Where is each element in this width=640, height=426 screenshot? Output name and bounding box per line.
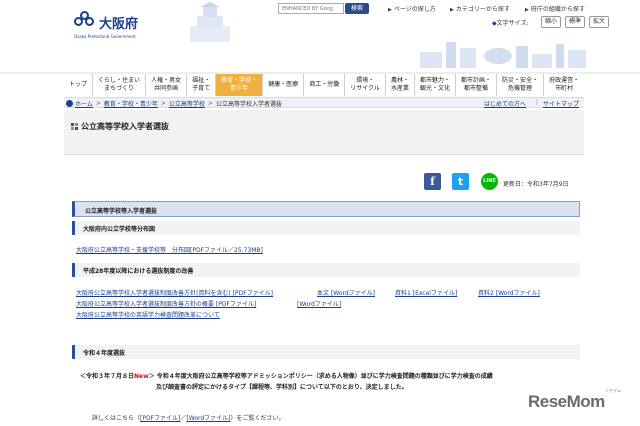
notice-line-2: 及び調査書の評定にかけるタイプ【課程等、学科別】について以下のとおり、決定しまし… — [156, 384, 408, 391]
new-badge: New — [134, 373, 149, 380]
search-button[interactable]: 検索 — [345, 3, 369, 14]
breadcrumb-current: 公立高等学校入学者選抜 — [215, 101, 282, 108]
breadcrumb-highschool[interactable]: 公立高等学校 — [169, 99, 205, 108]
line-share-icon[interactable]: LINE — [481, 173, 498, 190]
facebook-share-icon[interactable]: f — [424, 173, 441, 190]
global-nav: トップ くらし・住まい まちづくり 人権・男女 共同参画 福祉・ 子育て 教育・学校・ … — [64, 74, 585, 96]
text-size-label: ◆文字サイズ: — [492, 20, 529, 27]
breadcrumb: ホーム > 教育・学校・青少年 > 公立高等学校 > 公立高等学校入学者選抜 — [66, 99, 282, 108]
nav-item-7[interactable]: 環境・ リサイクル — [345, 74, 386, 96]
detail-word-link[interactable]: [Wordファイル] — [186, 415, 230, 422]
osaka-logo[interactable]: 大阪府 — [74, 11, 138, 33]
nav-item-1[interactable]: くらし・住まい まちづくり — [93, 74, 147, 96]
notice-line-1: ＜令和３年７月８日New＞ 令和４年度大阪府公立高等学校等アドミッションポリシー… — [80, 373, 493, 380]
nav-item-5[interactable]: 健康・医療 — [263, 74, 305, 96]
subheading-distribution-map: 大阪府内公立学校等分布図 — [72, 221, 580, 235]
nav-item-3[interactable]: 福祉・ 子育て — [187, 74, 217, 96]
breadcrumb-separator: > — [160, 100, 166, 107]
resemom-watermark-sub: リセマム — [605, 388, 621, 393]
logo-subtitle: Osaka Prefectural Government — [74, 34, 136, 39]
nav-item-12[interactable]: 府政運営・ 市町村 — [544, 74, 585, 96]
resemom-watermark: ReseMom — [528, 392, 605, 411]
nav-item-0[interactable]: トップ — [64, 74, 94, 96]
detail-pdf-link[interactable]: [PDFファイル] — [140, 415, 180, 422]
breadcrumb-divider: | — [536, 99, 539, 106]
sitemap-link[interactable]: サイトマップ — [543, 99, 579, 108]
arrow-right-icon: ▶ — [450, 7, 454, 13]
subheading-selection-reform: 平成28年度以降における選抜制度の改善 — [72, 263, 580, 277]
nav-item-9[interactable]: 都市魅力・ 観光・文化 — [414, 74, 456, 96]
breadcrumb-separator: > — [95, 100, 101, 107]
twitter-share-icon[interactable]: t — [452, 173, 469, 190]
castle-illustration — [190, 2, 230, 42]
breadcrumb-education[interactable]: 教育・学校・青少年 — [104, 99, 158, 108]
reform-summary-pdf-link[interactable]: 大阪府公立高等学校入学者選抜制度改善方針の概要 [PDFファイル] — [76, 299, 256, 308]
home-icon — [66, 100, 73, 107]
reform-summary-word-link[interactable]: [Wordファイル] — [297, 299, 341, 308]
nav-item-6[interactable]: 商工・労働 — [304, 74, 346, 96]
city-skyline-illustration — [420, 42, 586, 68]
osaka-emblem-icon — [74, 11, 96, 33]
nav-item-10[interactable]: 都市計画・ 都市整備 — [456, 74, 498, 96]
arrow-right-icon: ▶ — [388, 7, 392, 13]
nav-item-11[interactable]: 防災・安全・ 危機管理 — [497, 74, 545, 96]
toplink-category[interactable]: ▶ カテゴリーから探す — [450, 4, 510, 13]
nav-item-4[interactable]: 教育・学校・ 青少年 — [216, 74, 264, 96]
text-size-normal-button[interactable]: 標準 — [565, 16, 585, 28]
distribution-map-pdf-link[interactable]: 大阪府公立高等学校・支援学校等 分布図[PDFファイル／25.73MB] — [76, 245, 263, 254]
updated-date: 更新日：令和3年7月9日 — [503, 181, 569, 188]
first-time-link[interactable]: はじめての方へ — [484, 99, 526, 108]
nav-item-8[interactable]: 農林・ 水産業 — [385, 74, 415, 96]
reform-material2-word-link[interactable]: 資料2 [Wordファイル] — [478, 288, 540, 297]
toplink-organization[interactable]: ▶ 府庁の組織から探す — [525, 4, 585, 13]
toplink-howto[interactable]: ▶ ページの探し方 — [388, 4, 436, 13]
arrow-right-icon: ▶ — [525, 7, 529, 13]
text-size-large-button[interactable]: 拡大 — [589, 16, 609, 28]
section-heading: 公立高等学校等入学者選抜 — [72, 201, 580, 217]
nav-item-2[interactable]: 人権・男女 共同参画 — [146, 74, 188, 96]
reform-material1-excel-link[interactable]: 資料1 [Excelファイル] — [395, 288, 457, 297]
title-square-icon — [71, 123, 78, 130]
page-title-band — [64, 110, 584, 155]
page-title: 公立高等学校入学者選抜 — [81, 122, 169, 131]
search-input[interactable]: ENHANCED BY Goog — [278, 3, 344, 14]
reform-policy-pdf-link[interactable]: 大阪府公立高等学校入学者選抜制度改善方針(資料を含む) [PDFファイル] — [76, 288, 273, 297]
detail-line: 詳しくはこちら（[PDFファイル]／[Wordファイル]）をご覧ください。 — [92, 415, 285, 422]
text-size-small-button[interactable]: 縮小 — [541, 16, 561, 28]
english-exam-reform-link[interactable]: 大阪府公立高等学校の英語学力検査問題改革について — [76, 310, 220, 319]
breadcrumb-home[interactable]: ホーム — [75, 99, 93, 108]
reform-body-word-link[interactable]: 本文 [Wordファイル] — [317, 288, 375, 297]
logo-name: 大阪府 — [99, 16, 139, 32]
subheading-reiwa4-selection: 令和４年度選抜 — [72, 345, 580, 359]
breadcrumb-separator: > — [207, 100, 213, 107]
